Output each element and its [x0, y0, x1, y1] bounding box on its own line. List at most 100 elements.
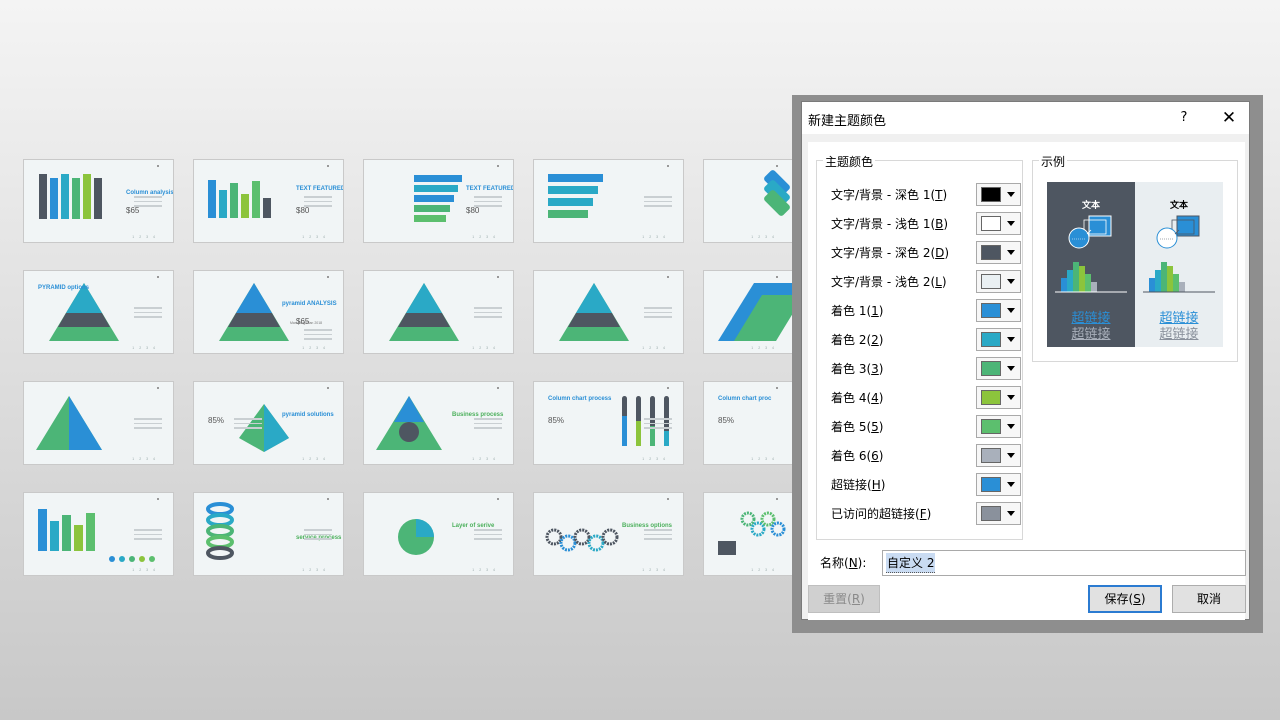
color-swatch [981, 216, 1001, 231]
cancel-button[interactable]: 取消 [1172, 585, 1246, 613]
color-picker-button[interactable] [976, 415, 1021, 438]
slide-text-lines [644, 529, 672, 543]
color-picker-button[interactable] [976, 270, 1021, 293]
slide-thumbnail[interactable]: Column analysis $65 1 2 3 4 [23, 159, 174, 243]
slide-art [764, 170, 790, 216]
slide-text-lines [644, 418, 672, 432]
reset-button[interactable]: 重置(R) [808, 585, 880, 613]
sample-legend: 示例 [1039, 153, 1068, 170]
slide-logo [667, 498, 669, 500]
color-picker-button[interactable] [976, 444, 1021, 467]
theme-colors-group: 主题颜色 文字/背景 - 深色 1(T) 文字/背景 - 浅色 1(B) 文字/背景… [816, 153, 1023, 540]
slide-pager: 1 2 3 4 [751, 346, 776, 350]
color-picker-button[interactable] [976, 473, 1021, 496]
slide-thumbnail[interactable]: Layer of serive1 2 3 4 [703, 159, 793, 243]
slide-thumbnail[interactable]: service process1 2 3 4 [193, 492, 344, 576]
slide-thumbnail[interactable]: 1 2 3 4 [703, 270, 793, 354]
slide-logo [327, 387, 329, 389]
chevron-down-icon [1007, 395, 1015, 400]
color-picker-button[interactable] [976, 357, 1021, 380]
slide-pager: 1 2 3 4 [132, 457, 157, 461]
color-row-label: 文字/背景 - 浅色 1(B) [831, 216, 949, 231]
slide-thumbnail[interactable]: Business process 1 2 3 4 [363, 381, 514, 465]
color-row-label: 着色 4(4) [831, 390, 884, 405]
slide-thumbnail[interactable]: 1 2 3 4 [533, 159, 684, 243]
name-input[interactable]: 自定义 2 [882, 550, 1246, 576]
sample-preview: 文本 超链接 超链接 文本 超链接 超链接 [1047, 182, 1223, 347]
slide-pager: 1 2 3 4 [751, 457, 776, 461]
slide-logo [327, 276, 329, 278]
slide-text-lines [474, 307, 502, 321]
color-row: 超链接(H) [831, 473, 1021, 496]
slide-thumbnail[interactable]: pyramid solutions 85% 1 2 3 4 [193, 381, 344, 465]
slide-thumbnail[interactable]: 1 2 3 4 [533, 270, 684, 354]
color-row: 文字/背景 - 浅色 2(L) [831, 270, 1021, 293]
slide-text-lines [304, 329, 332, 343]
slide-pager: 1 2 3 4 [642, 346, 667, 350]
slide-logo [327, 498, 329, 500]
color-picker-button[interactable] [976, 386, 1021, 409]
sample-visited-light: 超链接 [1159, 327, 1199, 342]
slide-title: Column chart proc [718, 396, 772, 402]
dialog-titlebar: 新建主题颜色 ? ✕ [802, 102, 1249, 134]
slide-text-lines [644, 196, 672, 210]
sample-dark-panel: 文本 超链接 超链接 [1047, 182, 1135, 347]
chevron-down-icon [1007, 511, 1015, 516]
slide-thumbnail[interactable]: Layer of serive1 2 3 4 [363, 492, 514, 576]
save-button[interactable]: 保存(S) [1088, 585, 1162, 613]
slide-thumbnail[interactable]: 1 2 3 4 [23, 381, 174, 465]
slide-logo [497, 498, 499, 500]
slide-pager: 1 2 3 4 [132, 346, 157, 350]
color-row-label: 已访问的超链接(F) [831, 506, 932, 521]
slide-pager: 1 2 3 4 [751, 235, 776, 239]
slide-text-lines [474, 196, 502, 210]
slide-logo [157, 498, 159, 500]
color-row-label: 文字/背景 - 深色 1(T) [831, 187, 948, 202]
color-picker-button[interactable] [976, 328, 1021, 351]
slide-pager: 1 2 3 4 [302, 457, 327, 461]
color-swatch [981, 477, 1001, 492]
slide-art [718, 511, 786, 555]
help-button[interactable]: ? [1175, 108, 1193, 128]
slide-thumbnail[interactable]: TEXT FEATURED WORK$801 2 3 4 [363, 159, 514, 243]
chevron-down-icon [1007, 424, 1015, 429]
slide-thumbnail[interactable]: Column chart proc 85% 1 2 3 4 [703, 381, 793, 465]
slide-logo [776, 498, 778, 500]
color-picker-button[interactable] [976, 299, 1021, 322]
slide-pager: 1 2 3 4 [472, 235, 497, 239]
slide-pager: 1 2 3 4 [472, 346, 497, 350]
slide-thumbnail[interactable]: Column chart process 85% 1 2 3 4 [533, 381, 684, 465]
slide-text-lines [474, 529, 502, 543]
color-picker-button[interactable] [976, 212, 1021, 235]
new-theme-colors-dialog: 新建主题颜色 ? ✕ 主题颜色 文字/背景 - 深色 1(T) 文字/背景 - 浅… [801, 101, 1250, 620]
slide-subtitle: Marketing Plan 2018 [290, 321, 323, 325]
slide-thumbnail[interactable]: Business options 1 2 3 4 [533, 492, 684, 576]
color-picker-button[interactable] [976, 502, 1021, 525]
color-row: 着色 5(5) [831, 415, 1021, 438]
color-swatch [981, 448, 1001, 463]
chevron-down-icon [1007, 453, 1015, 458]
slide-thumbnail[interactable]: TEXT FEATURED WORK$801 2 3 4 [193, 159, 344, 243]
slide-title: PYRAMID options [38, 285, 89, 291]
slide-thumbnail[interactable]: 1 2 3 4 [23, 492, 174, 576]
color-row: 着色 4(4) [831, 386, 1021, 409]
color-row-label: 着色 1(1) [831, 303, 884, 318]
slide-logo [667, 387, 669, 389]
slide-thumbnail[interactable]: Bu901 2 3 4 [703, 492, 793, 576]
color-picker-button[interactable] [976, 183, 1021, 206]
name-row: 名称(N): 自定义 2 [820, 550, 1246, 576]
slide-figure: 85% [208, 416, 225, 425]
slide-thumbnail[interactable]: PYRAMID options 1 2 3 4 [23, 270, 174, 354]
color-swatch [981, 361, 1001, 376]
color-row-label: 着色 5(5) [831, 419, 884, 434]
slide-text-lines [304, 196, 332, 210]
slide-thumbnail[interactable]: pyramid ANALYSIS $65 Marketing Plan 2018 1 … [193, 270, 344, 354]
slide-logo [776, 387, 778, 389]
close-button[interactable]: ✕ [1218, 108, 1240, 128]
slide-figure: 85% [718, 416, 735, 425]
slide-logo [497, 276, 499, 278]
chevron-down-icon [1007, 192, 1015, 197]
chevron-down-icon [1007, 279, 1015, 284]
slide-thumbnail[interactable]: 1 2 3 4 [363, 270, 514, 354]
color-picker-button[interactable] [976, 241, 1021, 264]
